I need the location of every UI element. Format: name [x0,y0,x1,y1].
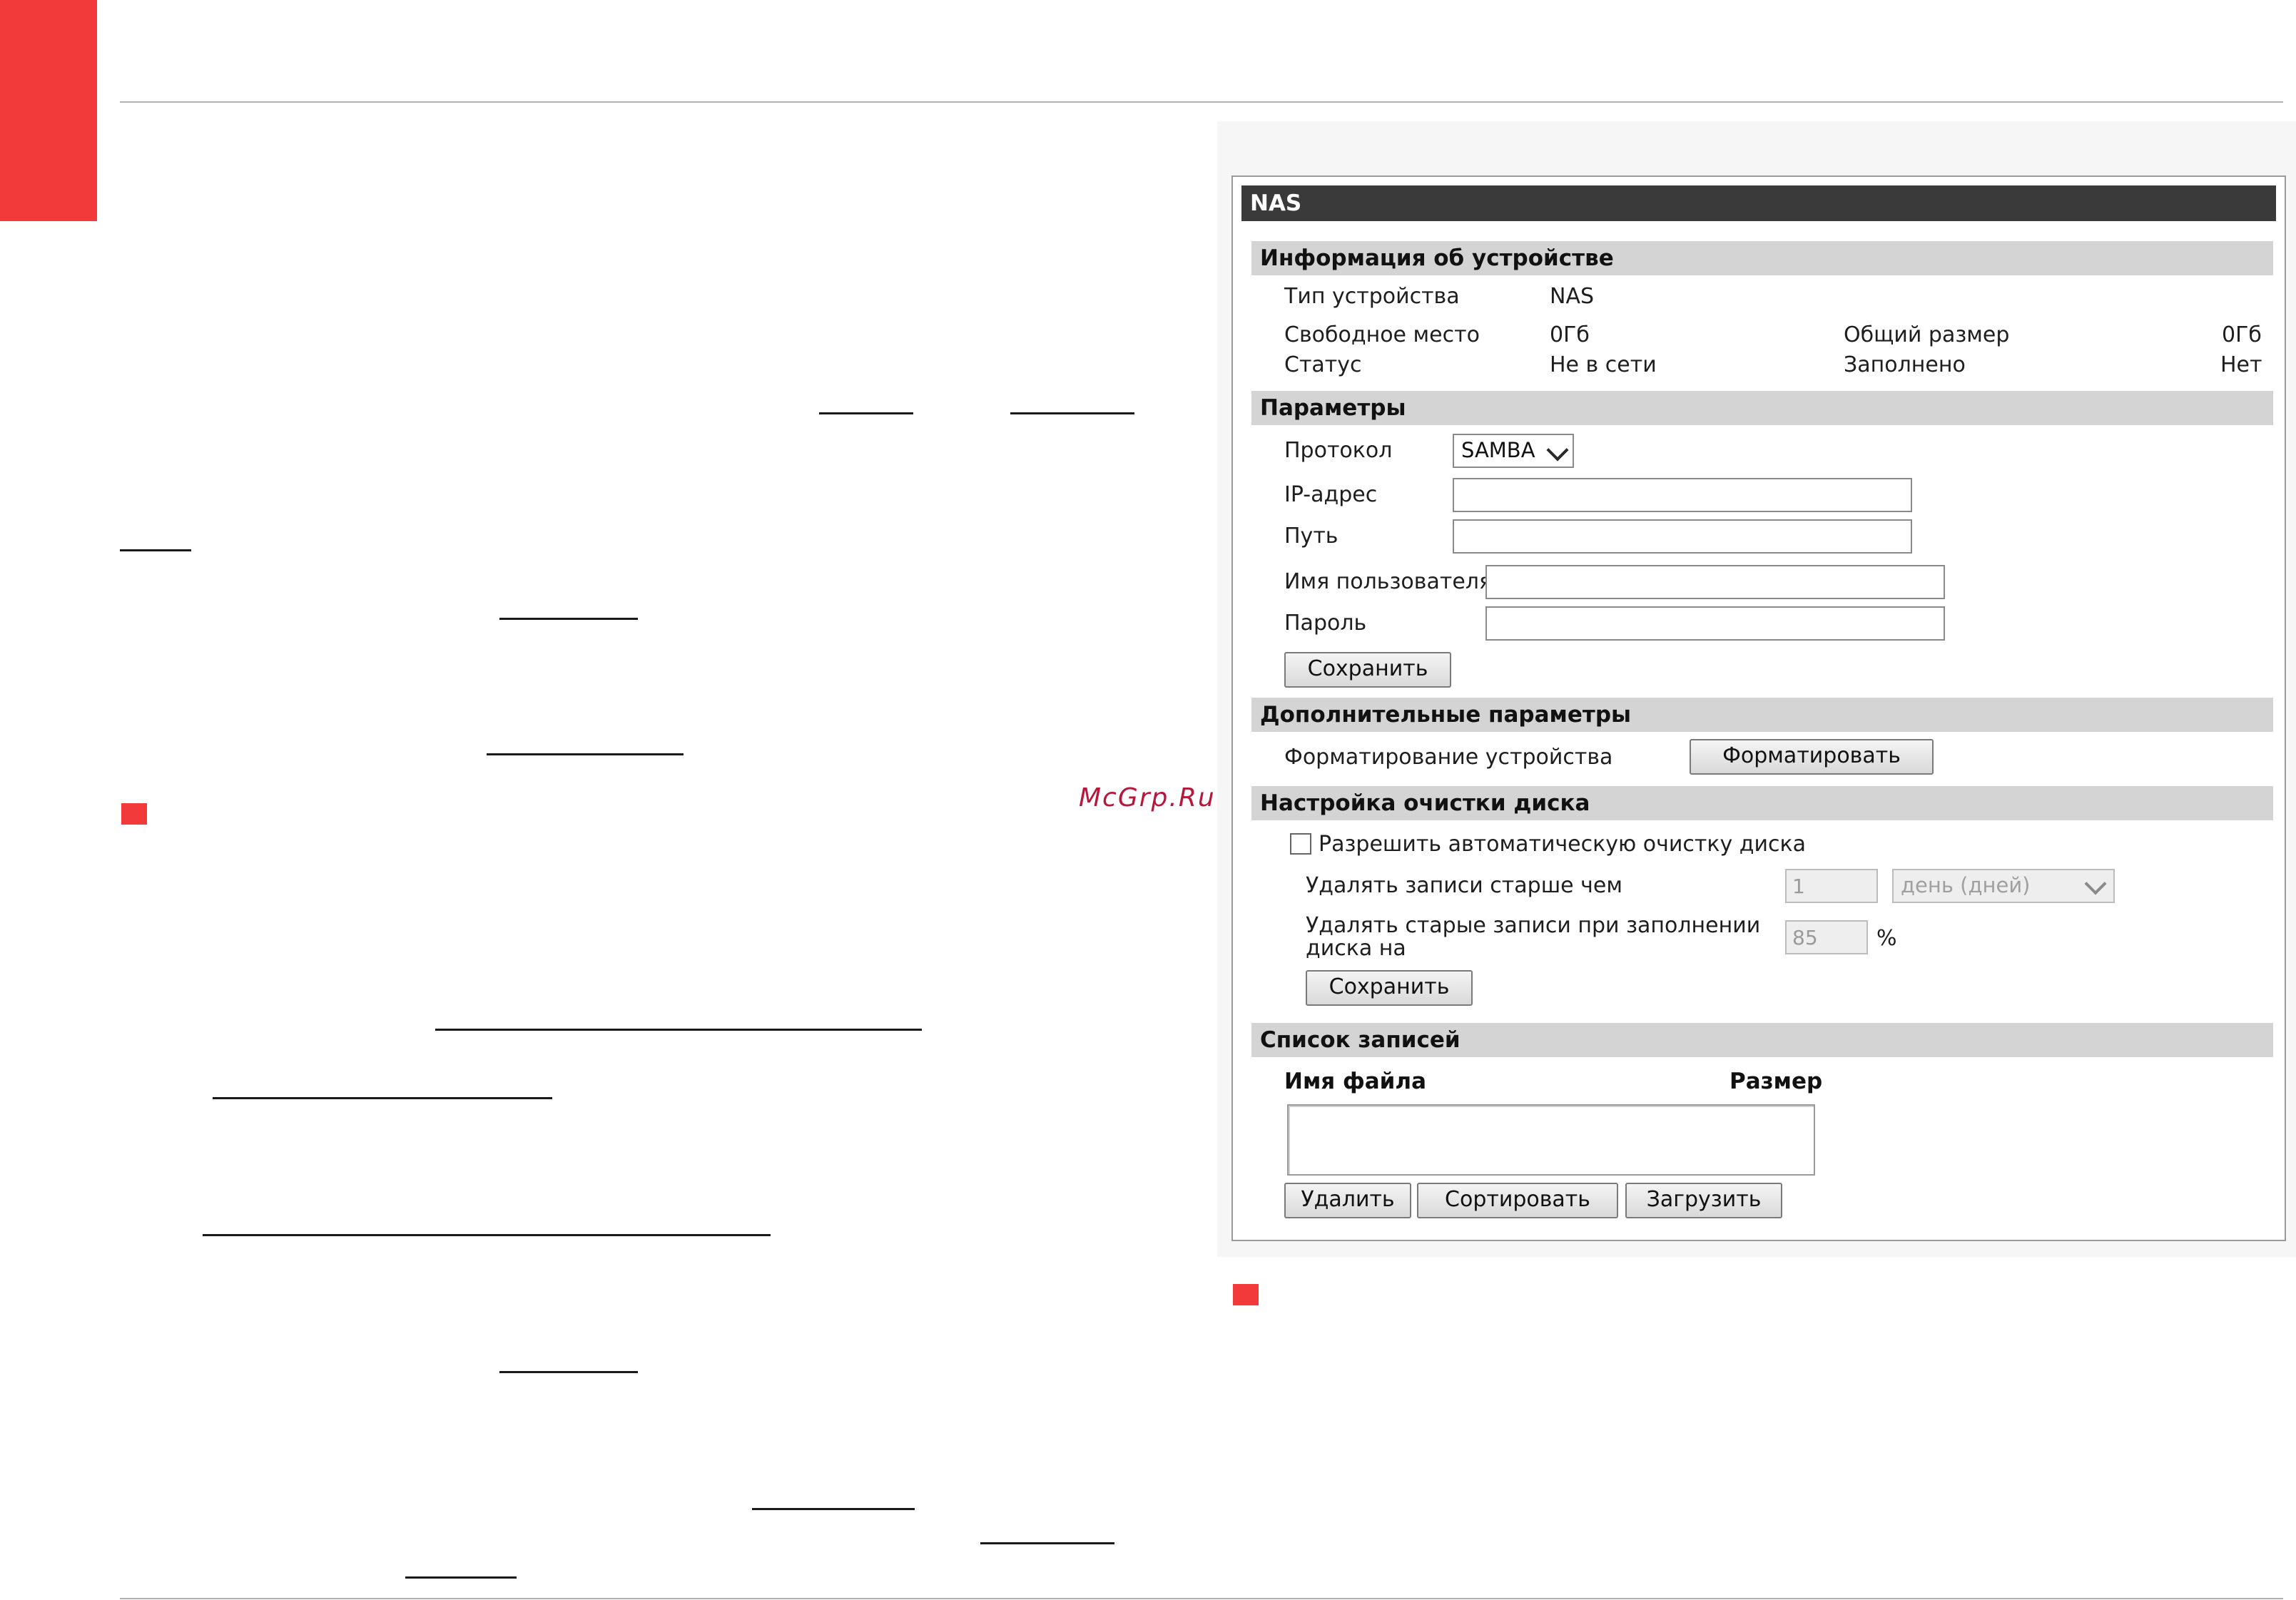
panel-title: NAS [1241,185,2276,221]
bottom-rule [120,1598,2283,1599]
save-params-button[interactable]: Сохранить [1284,652,1451,688]
delete-when-full-input[interactable] [1785,920,1868,954]
status-value: Не в сети [1550,352,1657,377]
underline-mark [499,618,638,620]
password-label: Пароль [1284,611,1367,636]
protocol-select[interactable]: SAMBA [1453,434,1574,468]
full-value: Нет [2220,352,2262,377]
underline-mark [120,549,191,551]
password-input[interactable] [1485,606,1945,641]
chevron-down-icon [1546,439,1569,462]
device-type-label: Тип устройства [1284,284,1460,309]
delete-older-input[interactable] [1785,869,1878,903]
auto-cleanup-label: Разрешить автоматическую очистку диска [1319,832,1806,857]
device-type-value: NAS [1550,284,1595,309]
underline-mark [213,1097,552,1099]
underline-mark [405,1576,517,1579]
underline-mark [435,1029,922,1031]
section-device-info: Информация об устройстве [1251,241,2273,275]
protocol-select-value: SAMBA [1461,438,1535,462]
section-records-list: Список записей [1251,1023,2273,1057]
ip-address-label: IP-адрес [1284,482,1378,507]
delete-older-label: Удалять записи старше чем [1306,873,1622,898]
column-size: Размер [1729,1069,1823,1094]
column-file-name: Имя файла [1284,1069,1427,1094]
page-corner-tab [0,0,97,221]
underline-mark [819,412,913,414]
username-input[interactable] [1485,565,1945,599]
percent-sign: % [1876,926,1897,951]
status-label: Статус [1284,352,1362,377]
delete-older-unit-value: день (дней) [1901,873,2031,897]
save-cleanup-button[interactable]: Сохранить [1306,970,1473,1006]
bullet-square [121,803,147,825]
delete-when-full-label: Удалять старые записи при заполнении [1306,913,1761,938]
path-label: Путь [1284,524,1339,549]
delete-record-button[interactable]: Удалить [1284,1183,1411,1218]
underline-mark [499,1371,638,1373]
underline-mark [203,1234,771,1236]
format-device-label: Форматирование устройства [1284,745,1613,770]
free-space-label: Свободное место [1284,322,1480,347]
records-listbox[interactable] [1287,1104,1815,1176]
sort-records-button[interactable]: Сортировать [1417,1183,1618,1218]
path-input[interactable] [1453,519,1912,554]
underline-mark [980,1542,1114,1544]
auto-cleanup-checkbox[interactable] [1290,833,1311,855]
section-advanced: Дополнительные параметры [1251,698,2273,732]
underline-mark [487,753,684,755]
chevron-down-icon [2084,872,2107,895]
total-size-label: Общий размер [1844,322,2010,347]
free-space-value: 0Гб [1550,322,1590,347]
delete-older-unit-select[interactable]: день (дней) [1892,869,2115,903]
top-rule [120,101,2283,103]
total-size-value: 0Гб [2222,322,2262,347]
underline-mark [752,1508,915,1510]
section-parameters: Параметры [1251,391,2273,425]
underline-mark [1010,412,1134,414]
download-record-button[interactable]: Загрузить [1625,1183,1782,1218]
format-button[interactable]: Форматировать [1690,739,1934,775]
section-disk-cleanup: Настройка очистки диска [1251,786,2273,820]
username-label: Имя пользователя [1284,569,1493,594]
full-label: Заполнено [1844,352,1966,377]
ip-address-input[interactable] [1453,478,1912,512]
delete-when-full-label-2: диска на [1306,936,1406,961]
watermark: McGrp.Ru [1079,783,1216,812]
bullet-square [1233,1284,1259,1305]
protocol-label: Протокол [1284,438,1393,463]
